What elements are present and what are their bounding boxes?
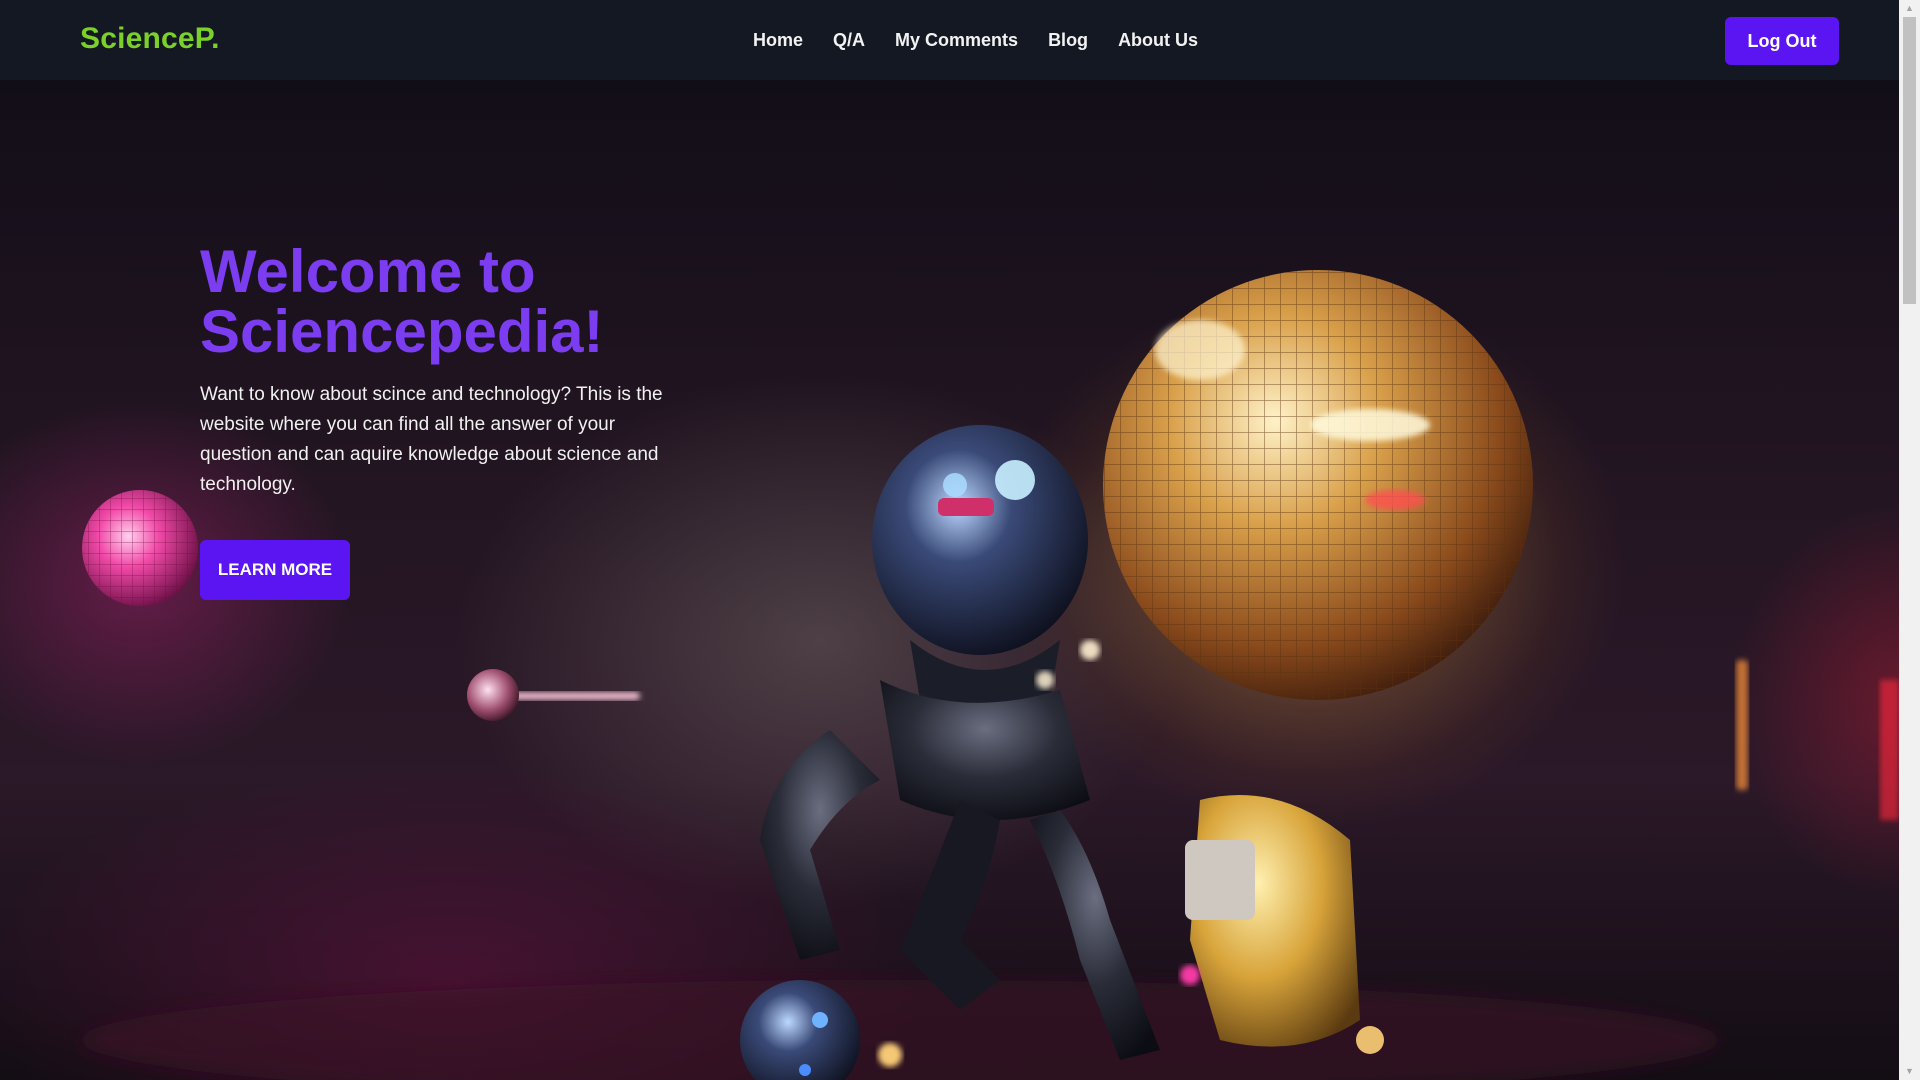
hero-title: Welcome to Sciencepedia!: [200, 238, 604, 365]
brand-logo[interactable]: ScienceP.: [80, 22, 220, 56]
hero-section: Welcome to Sciencepedia! Want to know ab…: [0, 80, 1899, 1080]
scrollbar-thumb[interactable]: [1903, 17, 1916, 304]
navbar: ScienceP. Home Q/A My Comments Blog Abou…: [0, 0, 1899, 80]
hero-description: Want to know about scince and technology…: [200, 384, 663, 495]
page: ScienceP. Home Q/A My Comments Blog Abou…: [0, 0, 1920, 1080]
disco-ball-large: [1103, 270, 1533, 700]
nav-link-qa[interactable]: Q/A: [833, 30, 865, 51]
disco-ball-pink: [82, 490, 198, 606]
learn-more-button[interactable]: LEARN MORE: [200, 540, 350, 600]
robot-figure: [740, 425, 1160, 1080]
page-scrollbar[interactable]: ▲ ▼: [1899, 0, 1920, 1080]
yellow-robot: [1185, 795, 1384, 1054]
nav-link-about-us[interactable]: About Us: [1118, 30, 1198, 51]
nav-link-blog[interactable]: Blog: [1048, 30, 1088, 51]
nav-link-my-comments[interactable]: My Comments: [895, 30, 1018, 51]
scroll-down-arrow-icon[interactable]: ▼: [1899, 1063, 1920, 1080]
scroll-up-arrow-icon[interactable]: ▲: [1899, 0, 1920, 17]
nav-link-home[interactable]: Home: [753, 30, 803, 51]
logout-button[interactable]: Log Out: [1725, 17, 1839, 65]
nav-links: Home Q/A My Comments Blog About Us: [753, 0, 1228, 80]
disco-ball-small: [467, 669, 640, 721]
